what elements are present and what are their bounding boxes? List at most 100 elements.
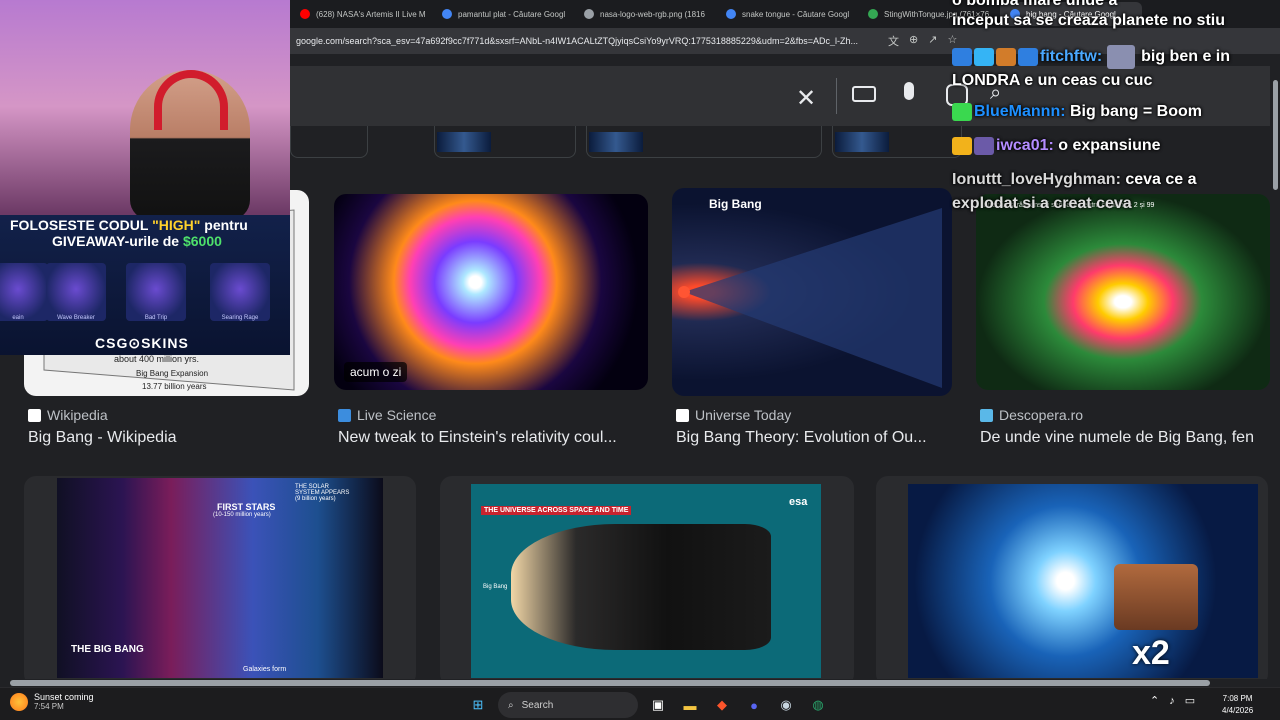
zoom-icon[interactable]: ⊕ xyxy=(909,33,918,49)
result-source[interactable]: Wikipedia xyxy=(28,407,108,423)
skin-card: eain xyxy=(0,263,48,321)
task-view-icon[interactable]: ▣ xyxy=(646,693,670,717)
wiki-caption: about 400 million yrs. xyxy=(114,354,199,364)
microphone-icon[interactable] xyxy=(904,82,914,100)
tab-label: snake tongue - Căutare Googl xyxy=(742,9,850,19)
chip-thumbnail xyxy=(437,132,491,152)
universe-today-title: Big Bang xyxy=(709,197,762,211)
google-icon xyxy=(442,9,452,19)
result-image-live-science[interactable]: acum o zi xyxy=(334,194,648,390)
chat-message: fitchftw: big ben e in xyxy=(952,45,1230,69)
cone-first-stars: FIRST STARS xyxy=(217,502,276,512)
share-icon[interactable]: ↗ xyxy=(928,33,937,49)
result-title[interactable]: New tweak to Einstein's relativity coul.… xyxy=(338,429,638,447)
related-chip[interactable] xyxy=(586,126,822,158)
descopera-icon xyxy=(980,408,993,422)
promo-code: "HIGH" xyxy=(152,217,201,233)
chat-badge-icon xyxy=(952,103,972,121)
clear-search-icon[interactable]: ✕ xyxy=(796,84,816,113)
taskbar-apps: ⊞ ⌕ Search ▣ ▬ ◆ ● ◉ ◍ xyxy=(466,692,830,718)
chat-message: inceput sa se creaza planete no stiu xyxy=(952,12,1225,30)
result-title[interactable]: Big Bang - Wikipedia xyxy=(28,429,308,447)
google-icon xyxy=(726,9,736,19)
cone-solar-system: THE SOLAR SYSTEM APPEARS (9 billion year… xyxy=(295,484,350,502)
chat-text: Big bang = Boom xyxy=(1070,103,1202,121)
result-image-blue-explosion[interactable]: x2 xyxy=(876,476,1268,686)
source-name: Live Science xyxy=(357,407,437,423)
wiki-expansion-label: Big Bang Expansion xyxy=(136,369,208,378)
promo-amount: $6000 xyxy=(182,233,222,249)
chat-username: BlueMannn: xyxy=(974,103,1066,121)
result-source[interactable]: Universe Today xyxy=(676,407,791,423)
tab-label: pamantul plat - Căutare Googl xyxy=(458,9,566,19)
skin-label: Searing Rage xyxy=(221,315,259,321)
steam-icon[interactable]: ◉ xyxy=(774,693,798,717)
sunset-icon xyxy=(10,692,28,711)
keyboard-icon[interactable] xyxy=(852,86,876,102)
esa-image: THE UNIVERSE ACROSS SPACE AND TIME esa B… xyxy=(471,484,821,678)
file-explorer-icon[interactable]: ▬ xyxy=(678,693,702,717)
vertical-scrollbar[interactable] xyxy=(1270,60,1280,680)
search-divider xyxy=(836,78,837,114)
tab-nasa-logo[interactable]: nasa-logo-web-rgb.png (1816 xyxy=(574,2,716,26)
chat-text: o bomba mare unde a xyxy=(952,0,1118,9)
chat-message: o bomba mare unde a xyxy=(952,0,1117,10)
scrollbar-thumb[interactable] xyxy=(1273,80,1278,190)
promo-banner: FOLOSESTE CODUL "HIGH" pentru GIVEAWAY-u… xyxy=(0,215,290,355)
skin-label: eain xyxy=(12,315,24,321)
result-image-descopera[interactable]: Întrebări și răspunsuri serioase pentru … xyxy=(976,194,1270,390)
esa-title: THE UNIVERSE ACROSS SPACE AND TIME xyxy=(481,506,632,515)
result-source[interactable]: Live Science xyxy=(338,407,436,423)
screen: (628) NASA's Artemis II Live M pamantul … xyxy=(0,0,1280,720)
result-title[interactable]: Big Bang Theory: Evolution of Ou... xyxy=(676,429,946,447)
wikipedia-icon xyxy=(28,408,41,422)
universe-today-diagram: Big Bang xyxy=(678,197,942,388)
translate-icon[interactable]: 文 xyxy=(888,33,899,49)
discord-icon[interactable]: ● xyxy=(742,693,766,717)
result-image-esa[interactable]: THE UNIVERSE ACROSS SPACE AND TIME esa B… xyxy=(440,476,854,686)
weather-time: 7:54 PM xyxy=(34,702,64,711)
tab-label: nasa-logo-web-rgb.png (1816 xyxy=(600,9,705,19)
bang-point xyxy=(678,286,690,298)
promo-line-2: GIVEAWAY-urile de $6000 xyxy=(52,233,222,249)
image-file-icon xyxy=(584,9,594,19)
chat-text: LONDRA e un ceas cu cuc xyxy=(952,72,1153,89)
chat-username: fitchftw: xyxy=(1040,48,1103,66)
esa-cone xyxy=(511,524,771,650)
age-badge: acum o zi xyxy=(344,362,408,382)
tab-nasa-artemis[interactable]: (628) NASA's Artemis II Live M xyxy=(290,2,432,26)
brave-browser-icon[interactable]: ◆ xyxy=(710,693,734,717)
chat-message: BlueMannn: Big bang = Boom xyxy=(952,103,1202,121)
cone-galaxies-label: Galaxies form xyxy=(243,666,287,673)
result-source[interactable]: Descopera.ro xyxy=(980,407,1083,423)
taskbar-search[interactable]: ⌕ Search xyxy=(498,692,638,718)
source-name: Universe Today xyxy=(695,407,792,423)
multiplier-label: x2 xyxy=(1132,634,1170,672)
monitor-icon[interactable]: ▭ xyxy=(1185,694,1195,707)
horizontal-scrollbar[interactable] xyxy=(0,679,1268,687)
chat-text: o expansiune xyxy=(1058,137,1161,155)
image-file-icon xyxy=(868,9,878,19)
related-chip[interactable] xyxy=(290,126,368,158)
esa-big-bang-label: Big Bang xyxy=(483,584,508,590)
chat-message: Ionuttt_loveHyghman: ceva ce a xyxy=(952,171,1197,189)
volume-icon[interactable]: ♪ xyxy=(1169,695,1175,707)
weather-widget[interactable]: Sunset coming 7:54 PM xyxy=(10,692,94,711)
scrollbar-thumb[interactable] xyxy=(10,680,1210,686)
globe-app-icon[interactable]: ◍ xyxy=(806,693,830,717)
clock[interactable]: 7:08 PM 4/4/2026 xyxy=(1222,693,1253,717)
result-image-universe-today[interactable]: Big Bang xyxy=(672,188,952,396)
related-chip[interactable] xyxy=(832,126,962,158)
result-title[interactable]: De unde vine numele de Big Bang, fen xyxy=(980,429,1270,447)
tab-pamantul-plat[interactable]: pamantul plat - Căutare Googl xyxy=(432,2,574,26)
chat-text: explodat si a creat ceva xyxy=(952,195,1132,212)
tray-overflow-icon[interactable]: ⌃ xyxy=(1150,694,1159,707)
weather-title: Sunset coming xyxy=(34,692,94,702)
related-chip[interactable] xyxy=(434,126,576,158)
result-image-cone-timeline[interactable]: FIRST STARS (10-150 million years) THE S… xyxy=(24,476,416,686)
windows-start-icon[interactable]: ⊞ xyxy=(466,693,490,717)
chat-text: ceva ce a xyxy=(1125,171,1197,188)
promo-text: pentru xyxy=(200,217,248,233)
tab-snake-tongue[interactable]: snake tongue - Căutare Googl xyxy=(716,2,858,26)
url-field[interactable]: google.com/search?sca_esv=47a692f9cc7f77… xyxy=(296,36,876,46)
